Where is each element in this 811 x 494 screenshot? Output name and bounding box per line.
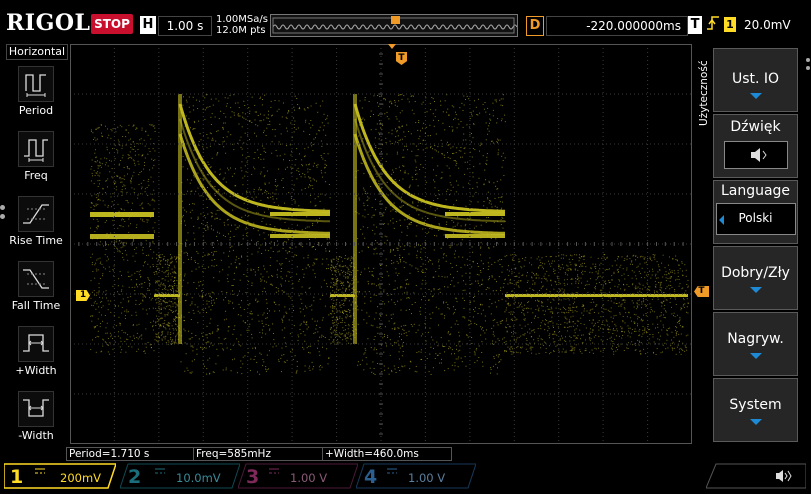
rise-time-icon <box>18 196 54 232</box>
measure-menu-title: Horizontal <box>6 44 68 60</box>
period-measurement: Period=1.710 s <box>66 447 194 461</box>
negative-width-icon <box>18 391 54 427</box>
negative-width-label: -Width <box>18 429 54 442</box>
sound-button[interactable]: Dźwięk <box>713 114 798 178</box>
io-settings-button[interactable]: Ust. IO <box>713 48 798 112</box>
pass-fail-button[interactable]: Dobry/Zły <box>713 246 798 310</box>
channel-4-status[interactable]: 4 1.00 V <box>356 463 476 489</box>
language-value-box: Polski <box>715 203 796 235</box>
channel-3-status[interactable]: 3 1.00 V <box>238 463 358 489</box>
measure-rise-time-button[interactable]: Rise Time <box>6 196 66 247</box>
chevron-down-icon <box>749 93 762 99</box>
dc-coupling-icon <box>154 467 166 478</box>
chevron-down-icon <box>749 353 762 359</box>
language-button[interactable]: Language Polski <box>713 180 798 244</box>
measure-fall-time-button[interactable]: Fall Time <box>6 261 66 312</box>
measure-negative-width-button[interactable]: -Width <box>6 391 66 442</box>
delay-key-label: D <box>526 16 544 36</box>
horizontal-key-label: H <box>140 16 156 34</box>
brand-logo: RIGOL <box>6 10 91 36</box>
period-label: Period <box>18 104 54 117</box>
measure-menu-panel: Horizontal Period Freq Rise Time Fall Ti… <box>6 44 68 456</box>
timebase-value[interactable]: 1.00 s <box>158 16 212 36</box>
channel-1-status[interactable]: 1 200mV <box>4 463 116 489</box>
sample-rate: 1.00MSa/s <box>216 14 268 25</box>
trigger-key-label: T <box>688 16 702 34</box>
horizontal-position-marker <box>388 44 396 49</box>
measure-period-button[interactable]: Period <box>6 66 66 117</box>
positive-width-label: +Width <box>15 364 57 377</box>
positive-width-icon <box>18 326 54 362</box>
fall-time-label: Fall Time <box>11 299 61 312</box>
measure-positive-width-button[interactable]: +Width <box>6 326 66 377</box>
system-button[interactable]: System <box>713 378 798 442</box>
panel-indicator-dot <box>806 58 810 62</box>
speaker-icon <box>772 467 794 489</box>
period-icon <box>18 66 54 102</box>
memory-trigger-marker <box>391 16 400 24</box>
freq-label: Freq <box>24 169 48 182</box>
frequency-measurement: Freq=585mHz <box>193 447 323 461</box>
dc-coupling-icon <box>34 467 46 478</box>
channel-2-status[interactable]: 2 10.0mV <box>120 463 240 489</box>
trigger-source-channel: 1 <box>724 17 736 32</box>
panel-indicator-dot <box>0 205 5 210</box>
rise-time-label: Rise Time <box>9 234 63 247</box>
record-button[interactable]: Nagryw. <box>713 312 798 376</box>
memory-depth: 12.0M pts <box>216 25 266 36</box>
dc-coupling-icon <box>386 467 398 478</box>
sound-status[interactable] <box>705 463 807 489</box>
utility-menu-panel: Użyteczność Ust. IO Dźwięk Language Pols… <box>697 44 811 464</box>
panel-indicator-dot <box>806 66 810 70</box>
width-measurement: +Width=460.0ms <box>322 447 452 461</box>
frequency-icon <box>18 131 54 167</box>
rising-edge-icon <box>706 14 720 36</box>
speaker-icon <box>723 141 788 169</box>
measure-freq-button[interactable]: Freq <box>6 131 66 182</box>
chevron-down-icon <box>749 287 762 293</box>
memory-overview-bar[interactable] <box>270 14 518 37</box>
delay-value[interactable]: -220.000000ms <box>546 16 688 36</box>
language-value: Polski <box>738 211 773 225</box>
utility-menu-title: Użyteczność <box>697 46 711 164</box>
dc-coupling-icon <box>268 467 280 478</box>
waveform-display[interactable] <box>70 44 692 444</box>
fall-time-icon <box>18 261 54 297</box>
panel-indicator-dot <box>0 214 5 219</box>
trigger-level-value[interactable]: 20.0mV <box>744 16 791 34</box>
chevron-down-icon <box>749 419 762 425</box>
acquisition-info: 1.00MSa/s 12.0M pts <box>216 14 268 36</box>
run-stop-status[interactable]: STOP <box>91 14 133 34</box>
